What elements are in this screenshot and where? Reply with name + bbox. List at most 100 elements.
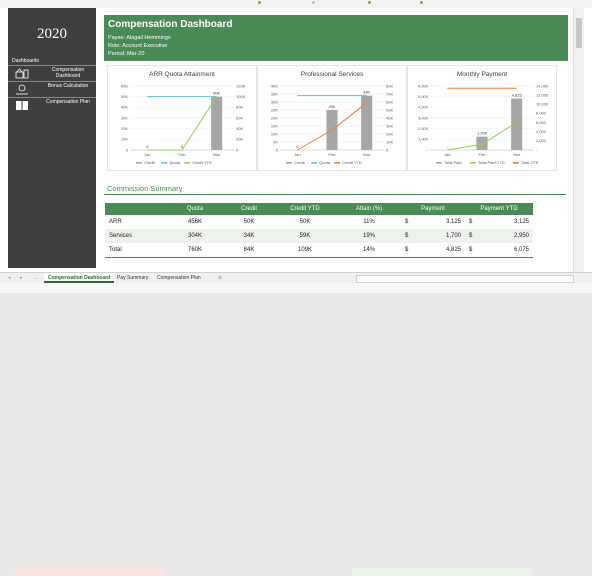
credit-ytd-cell[interactable]: 109K — [273, 243, 337, 258]
data-label: 0 — [296, 144, 299, 149]
credit-cell[interactable]: 34K — [225, 229, 273, 243]
tab-pay-summary[interactable]: Pay Summary — [113, 273, 152, 283]
y2-tick-label: 4,000 — [536, 129, 547, 134]
dashboard-header: Compensation Dashboard Payee: Abigail He… — [104, 15, 568, 61]
bar — [211, 96, 223, 150]
quota-cell[interactable]: 760K — [165, 243, 225, 258]
sidebar-item-compensation-plan[interactable]: Compensation Plan — [8, 97, 96, 114]
chart-title: Monthly Payment — [457, 71, 507, 78]
row-name[interactable]: Services — [105, 229, 165, 243]
legend-label: Credit — [294, 160, 306, 165]
attain-cell[interactable]: 19% — [337, 229, 401, 243]
y-tick-label: 0 — [276, 147, 279, 152]
legend-label: Quota — [169, 160, 181, 165]
quota-cell[interactable]: 456K — [165, 215, 225, 229]
x-tick-label: Jan — [444, 152, 450, 157]
sidebar-item-bonus-calculation[interactable]: Bonus Calculation — [8, 81, 96, 98]
payment-cell[interactable]: 3,125 — [422, 215, 465, 229]
chart-title: ARR Quota Attainment — [149, 71, 215, 78]
y2-tick-label: 8,000 — [536, 111, 547, 116]
row-name[interactable]: ARR — [105, 215, 165, 229]
legend-swatch — [311, 162, 318, 164]
bottom-strip — [0, 283, 592, 576]
y-tick-label: 40K — [121, 105, 128, 110]
y-tick-label: 20K — [271, 115, 278, 120]
y2-tick-label: 20K — [386, 131, 393, 136]
currency-symbol: $ — [465, 229, 488, 243]
column-header[interactable]: Attain (%) — [337, 203, 401, 215]
tab-nav-prev-button[interactable]: ◂ — [8, 273, 11, 283]
quota-cell[interactable]: 304K — [165, 229, 225, 243]
column-header[interactable]: Payment — [401, 203, 465, 215]
chart-arr-quota-attainment[interactable]: ARR Quota Attainment 60K 50K 40K 30K 20K 10K 0 1… — [107, 65, 257, 171]
vertical-scrollbar[interactable] — [573, 8, 584, 272]
tab-more-button[interactable]: … — [34, 273, 39, 283]
chart-monthly-payment[interactable]: Monthly Payment 6,000 5,000 4,000 3,000 2,000… — [407, 65, 557, 171]
chart-svg: Professional Services 40K 35K 30K 25K 20K 15K 1… — [271, 71, 394, 165]
sidebar-item-label: Bonus Calculation — [47, 83, 89, 89]
y-tick-label: 4,000 — [418, 105, 429, 110]
column-header[interactable]: Quota — [165, 203, 225, 215]
add-sheet-button[interactable]: ⊕ — [218, 273, 222, 283]
shape-handle[interactable] — [312, 1, 315, 4]
tab-compensation-dashboard[interactable]: Compensation Dashboard — [44, 273, 115, 283]
payment-ytd-cell[interactable]: 3,125 — [487, 215, 533, 229]
sidebar-item-label: Compensation Dashboard — [51, 67, 85, 79]
tab-nav-next-button[interactable]: ▸ — [20, 273, 23, 283]
scrollbar-thumb[interactable] — [576, 18, 582, 48]
y-tick-label: 0 — [126, 147, 129, 152]
y-tick-label: 3,000 — [418, 115, 429, 120]
payment-ytd-cell[interactable]: 2,950 — [487, 229, 533, 243]
shape-handle[interactable] — [258, 1, 261, 4]
shape-handle[interactable] — [368, 1, 371, 4]
y2-tick-label: 100K — [236, 94, 246, 99]
sidebar: 2020 Dashboards Compensation Dashboard B… — [8, 8, 96, 268]
y-tick-label: 30K — [271, 99, 278, 104]
attain-cell[interactable]: 11% — [337, 215, 401, 229]
y2-tick-label: 20K — [236, 137, 243, 142]
payment-cell[interactable]: 4,825 — [422, 243, 465, 258]
data-label: - — [447, 144, 449, 149]
column-header[interactable]: Credit YTD — [273, 203, 337, 215]
y-tick-label: 1,000 — [418, 137, 429, 142]
data-label: 4,825 — [512, 93, 523, 98]
y2-tick-label: 50K — [386, 107, 393, 112]
row-name[interactable]: Total — [105, 243, 165, 258]
column-header[interactable]: Credit — [225, 203, 273, 215]
credit-cell[interactable]: 84K — [225, 243, 273, 258]
y2-tick-label: 10,000 — [536, 102, 549, 107]
credit-cell[interactable]: 50K — [225, 215, 273, 229]
table-row: Total 760K 84K 109K 14% $ 4,825 $ 6,075 — [105, 243, 533, 258]
x-tick-label: Feb — [329, 152, 337, 157]
table-header-row: Quota Credit Credit YTD Attain (%) Payme… — [105, 203, 533, 215]
tab-compensation-plan[interactable]: Compensation Plan — [153, 273, 205, 283]
horizontal-scrollbar[interactable] — [356, 275, 574, 283]
column-header[interactable]: Payment YTD — [465, 203, 533, 215]
payment-ytd-cell[interactable]: 6,075 — [487, 243, 533, 258]
chart-svg: Monthly Payment 6,000 5,000 4,000 3,000 2,000… — [418, 71, 549, 165]
y-tick-label: 50K — [121, 94, 128, 99]
column-header[interactable] — [105, 203, 165, 215]
legend-label: Total Paid YTD — [478, 160, 505, 165]
y-tick-label: 20K — [121, 126, 128, 131]
bar — [476, 136, 488, 150]
shape-handle[interactable] — [420, 1, 423, 4]
y2-tick-label: 40K — [386, 115, 393, 120]
payment-cell[interactable]: 1,700 — [422, 229, 465, 243]
chart-professional-services[interactable]: Professional Services 40K 35K 30K 25K 20K 15K 1… — [257, 65, 407, 171]
book-icon — [15, 100, 29, 111]
y-tick-label: 5K — [273, 139, 278, 144]
credit-ytd-cell[interactable]: 50K — [273, 215, 337, 229]
sidebar-item-compensation-dashboard[interactable]: Compensation Dashboard — [8, 65, 96, 82]
currency-symbol: $ — [401, 215, 423, 229]
legend-swatch — [512, 162, 519, 164]
legend-label: Total OTE — [521, 160, 539, 165]
y2-tick-label: 0 — [386, 147, 389, 152]
currency-symbol: $ — [465, 215, 488, 229]
attain-cell[interactable]: 14% — [337, 243, 401, 258]
currency-symbol: $ — [465, 243, 488, 258]
currency-symbol: $ — [401, 229, 423, 243]
commission-summary-table: Quota Credit Credit YTD Attain (%) Payme… — [105, 203, 533, 258]
credit-ytd-cell[interactable]: 59K — [273, 229, 337, 243]
y2-tick-label: 80K — [236, 105, 243, 110]
